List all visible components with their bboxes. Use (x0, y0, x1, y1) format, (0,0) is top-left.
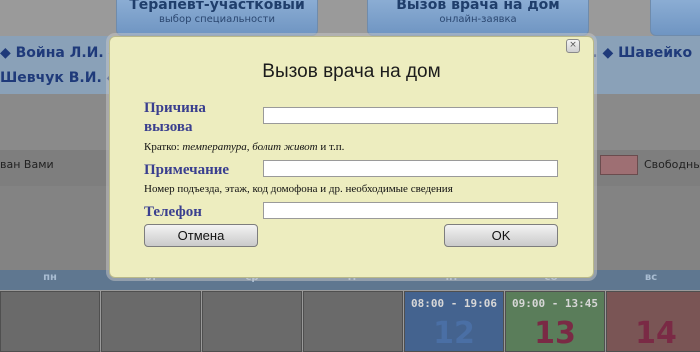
extra-top-button[interactable] (650, 0, 700, 36)
calendar-hours: 08:00 - 19:06 (410, 297, 498, 310)
doctor-link[interactable]: ◆ Война Л.И. ◆ (0, 45, 119, 61)
calendar-day-cell[interactable] (0, 291, 100, 352)
home-visit-button[interactable]: Вызов врача на дом онлайн-заявка (367, 0, 589, 36)
home-visit-dialog: × Вызов врача на дом Причина вызова Крат… (109, 36, 594, 278)
calendar-hours: 09:00 - 13:45 (511, 297, 599, 310)
calendar-day-cell[interactable] (202, 291, 302, 352)
specialty-button[interactable]: Терапевт-участковый выбор специальности (116, 0, 318, 36)
legend-booked-label: ван Вами (0, 158, 54, 171)
home-visit-title: Вызов врача на дом (396, 0, 560, 13)
specialty-title: Терапевт-участковый (129, 0, 305, 13)
cancel-button[interactable]: Отмена (144, 224, 258, 247)
note-hint: Номер подъезда, этаж, код домофона и др.… (144, 183, 453, 195)
reason-hint: Кратко: температура, болит живот и т.п. (144, 141, 344, 153)
phone-input[interactable] (263, 202, 558, 219)
calendar-day-cell[interactable] (101, 291, 201, 352)
legend-free-swatch (600, 155, 638, 175)
note-input[interactable] (263, 160, 558, 177)
specialty-subtitle: выбор специальности (159, 14, 275, 25)
weekday-label: пн (43, 272, 57, 283)
calendar-day-number: 14 (635, 316, 677, 351)
calendar-day-number: 12 (433, 316, 475, 351)
calendar-day-cell[interactable]: 14 (606, 291, 700, 352)
weekday-label: вс (644, 272, 658, 283)
close-icon[interactable]: × (566, 39, 580, 53)
reason-input[interactable] (263, 107, 558, 124)
calendar-day-cell[interactable]: 08:00 - 19:06 12 (404, 291, 504, 352)
legend-free-label: Свободны (644, 158, 700, 171)
calendar-day-number: 13 (534, 316, 576, 351)
reason-hint-prefix: Кратко: (144, 141, 183, 153)
reason-hint-suffix: и т.п. (317, 141, 345, 153)
phone-label: Телефон (144, 204, 202, 220)
calendar-day-cell[interactable]: 09:00 - 13:45 13 (505, 291, 605, 352)
dialog-title: Вызов врача на дом (262, 61, 441, 82)
note-label: Примечание (144, 162, 230, 178)
calendar-day-cell[interactable] (303, 291, 403, 352)
ok-button[interactable]: OK (444, 224, 558, 247)
reason-hint-examples: температура, болит живот (182, 141, 318, 153)
home-visit-subtitle: онлайн-заявка (439, 14, 517, 25)
reason-label: Причина вызова (144, 100, 206, 135)
doctor-link[interactable]: Шевчук В.И. ◆ (0, 70, 117, 86)
doctor-link[interactable]: Р. ◆ Шавейко (582, 45, 692, 61)
